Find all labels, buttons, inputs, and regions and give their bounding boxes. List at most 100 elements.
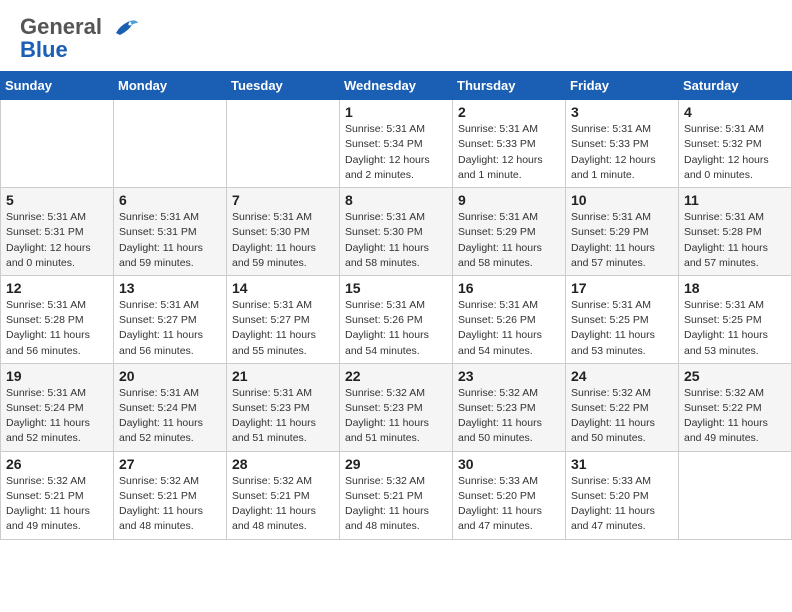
calendar-cell: 16 Sunrise: 5:31 AM Sunset: 5:26 PM Dayli… [453,275,566,363]
calendar-cell [679,451,792,539]
day-number: 7 [232,192,334,208]
day-number: 12 [6,280,108,296]
weekday-header-sunday: Sunday [1,72,114,100]
day-info: Sunrise: 5:31 AM Sunset: 5:28 PM Dayligh… [684,210,786,271]
weekday-header-saturday: Saturday [679,72,792,100]
day-number: 24 [571,368,673,384]
calendar-cell: 30 Sunrise: 5:33 AM Sunset: 5:20 PM Dayli… [453,451,566,539]
day-info: Sunrise: 5:31 AM Sunset: 5:25 PM Dayligh… [684,298,786,359]
weekday-header-monday: Monday [114,72,227,100]
calendar-cell [114,100,227,188]
calendar-table: SundayMondayTuesdayWednesdayThursdayFrid… [0,71,792,539]
day-number: 19 [6,368,108,384]
calendar-cell: 22Sunrise: 5:32 AM Sunset: 5:23 PM Dayli… [340,363,453,451]
calendar-cell: 25Sunrise: 5:32 AM Sunset: 5:22 PM Dayli… [679,363,792,451]
weekday-header-friday: Friday [566,72,679,100]
logo-general-text: General [20,14,102,39]
day-number: 26 [6,456,108,472]
day-number: 6 [119,192,221,208]
day-info: Sunrise: 5:31 AM Sunset: 5:33 PM Dayligh… [571,122,673,183]
calendar-cell: 26 Sunrise: 5:32 AM Sunset: 5:21 PM Dayli… [1,451,114,539]
day-number: 10 [571,192,673,208]
day-info: Sunrise: 5:31 AM Sunset: 5:31 PM Dayligh… [119,210,221,271]
weekday-header-thursday: Thursday [453,72,566,100]
day-info: Sunrise: 5:33 AM Sunset: 5:20 PM Dayligh… [458,474,560,535]
calendar-week-1: 1 Sunrise: 5:31 AM Sunset: 5:34 PM Daylig… [1,100,792,188]
calendar-cell: 27 Sunrise: 5:32 AM Sunset: 5:21 PM Dayli… [114,451,227,539]
calendar-cell: 18 Sunrise: 5:31 AM Sunset: 5:25 PM Dayli… [679,275,792,363]
calendar-cell: 24 Sunrise: 5:32 AM Sunset: 5:22 PM Dayli… [566,363,679,451]
day-info: Sunrise: 5:31 AM Sunset: 5:23 PM Dayligh… [232,386,334,447]
day-number: 16 [458,280,560,296]
calendar-cell: 15 Sunrise: 5:31 AM Sunset: 5:26 PM Dayli… [340,275,453,363]
day-info: Sunrise: 5:31 AM Sunset: 5:34 PM Dayligh… [345,122,447,183]
day-number: 8 [345,192,447,208]
page-header: General Blue [0,0,792,71]
day-info: Sunrise: 5:31 AM Sunset: 5:27 PM Dayligh… [232,298,334,359]
calendar-week-4: 19 Sunrise: 5:31 AM Sunset: 5:24 PM Dayli… [1,363,792,451]
day-info: Sunrise: 5:31 AM Sunset: 5:29 PM Dayligh… [458,210,560,271]
day-number: 30 [458,456,560,472]
day-number: 2 [458,104,560,120]
day-info: Sunrise: 5:32 AM Sunset: 5:21 PM Dayligh… [6,474,108,535]
calendar-cell: 3 Sunrise: 5:31 AM Sunset: 5:33 PM Daylig… [566,100,679,188]
weekday-header-row: SundayMondayTuesdayWednesdayThursdayFrid… [1,72,792,100]
calendar-cell: 21 Sunrise: 5:31 AM Sunset: 5:23 PM Dayli… [227,363,340,451]
weekday-header-tuesday: Tuesday [227,72,340,100]
calendar-cell [227,100,340,188]
day-number: 31 [571,456,673,472]
calendar-cell: 5Sunrise: 5:31 AM Sunset: 5:31 PM Daylig… [1,188,114,276]
calendar-cell: 14 Sunrise: 5:31 AM Sunset: 5:27 PM Dayli… [227,275,340,363]
day-info: Sunrise: 5:31 AM Sunset: 5:28 PM Dayligh… [6,298,108,359]
calendar-cell: 4 Sunrise: 5:31 AM Sunset: 5:32 PM Daylig… [679,100,792,188]
calendar-cell: 6 Sunrise: 5:31 AM Sunset: 5:31 PM Daylig… [114,188,227,276]
day-number: 17 [571,280,673,296]
logo-bird-icon [110,17,140,39]
day-number: 22 [345,368,447,384]
day-info: Sunrise: 5:31 AM Sunset: 5:25 PM Dayligh… [571,298,673,359]
day-number: 21 [232,368,334,384]
day-number: 15 [345,280,447,296]
calendar-cell: 1 Sunrise: 5:31 AM Sunset: 5:34 PM Daylig… [340,100,453,188]
day-info: Sunrise: 5:31 AM Sunset: 5:31 PM Dayligh… [6,210,108,271]
calendar-cell: 28 Sunrise: 5:32 AM Sunset: 5:21 PM Dayli… [227,451,340,539]
day-number: 13 [119,280,221,296]
calendar-cell: 29Sunrise: 5:32 AM Sunset: 5:21 PM Dayli… [340,451,453,539]
calendar-cell: 19Sunrise: 5:31 AM Sunset: 5:24 PM Dayli… [1,363,114,451]
day-info: Sunrise: 5:31 AM Sunset: 5:29 PM Dayligh… [571,210,673,271]
day-number: 28 [232,456,334,472]
day-info: Sunrise: 5:31 AM Sunset: 5:26 PM Dayligh… [345,298,447,359]
day-info: Sunrise: 5:31 AM Sunset: 5:24 PM Dayligh… [119,386,221,447]
calendar-cell: 23Sunrise: 5:32 AM Sunset: 5:23 PM Dayli… [453,363,566,451]
day-info: Sunrise: 5:31 AM Sunset: 5:26 PM Dayligh… [458,298,560,359]
calendar-cell: 13 Sunrise: 5:31 AM Sunset: 5:27 PM Dayli… [114,275,227,363]
day-number: 9 [458,192,560,208]
day-number: 18 [684,280,786,296]
calendar-cell: 20 Sunrise: 5:31 AM Sunset: 5:24 PM Dayli… [114,363,227,451]
day-number: 27 [119,456,221,472]
day-info: Sunrise: 5:33 AM Sunset: 5:20 PM Dayligh… [571,474,673,535]
day-number: 29 [345,456,447,472]
day-number: 20 [119,368,221,384]
calendar-cell: 12 Sunrise: 5:31 AM Sunset: 5:28 PM Dayli… [1,275,114,363]
day-info: Sunrise: 5:32 AM Sunset: 5:22 PM Dayligh… [571,386,673,447]
day-info: Sunrise: 5:31 AM Sunset: 5:30 PM Dayligh… [232,210,334,271]
calendar-cell: 9 Sunrise: 5:31 AM Sunset: 5:29 PM Daylig… [453,188,566,276]
day-number: 14 [232,280,334,296]
day-number: 3 [571,104,673,120]
calendar-cell: 8Sunrise: 5:31 AM Sunset: 5:30 PM Daylig… [340,188,453,276]
day-info: Sunrise: 5:31 AM Sunset: 5:27 PM Dayligh… [119,298,221,359]
day-number: 1 [345,104,447,120]
day-number: 23 [458,368,560,384]
calendar-cell: 7 Sunrise: 5:31 AM Sunset: 5:30 PM Daylig… [227,188,340,276]
day-info: Sunrise: 5:32 AM Sunset: 5:21 PM Dayligh… [119,474,221,535]
day-number: 4 [684,104,786,120]
logo: General Blue [20,16,140,63]
calendar-cell: 10 Sunrise: 5:31 AM Sunset: 5:29 PM Dayli… [566,188,679,276]
day-info: Sunrise: 5:31 AM Sunset: 5:32 PM Dayligh… [684,122,786,183]
day-info: Sunrise: 5:32 AM Sunset: 5:21 PM Dayligh… [232,474,334,535]
day-info: Sunrise: 5:31 AM Sunset: 5:33 PM Dayligh… [458,122,560,183]
calendar-week-3: 12 Sunrise: 5:31 AM Sunset: 5:28 PM Dayli… [1,275,792,363]
calendar-cell: 11Sunrise: 5:31 AM Sunset: 5:28 PM Dayli… [679,188,792,276]
calendar-cell: 2 Sunrise: 5:31 AM Sunset: 5:33 PM Daylig… [453,100,566,188]
